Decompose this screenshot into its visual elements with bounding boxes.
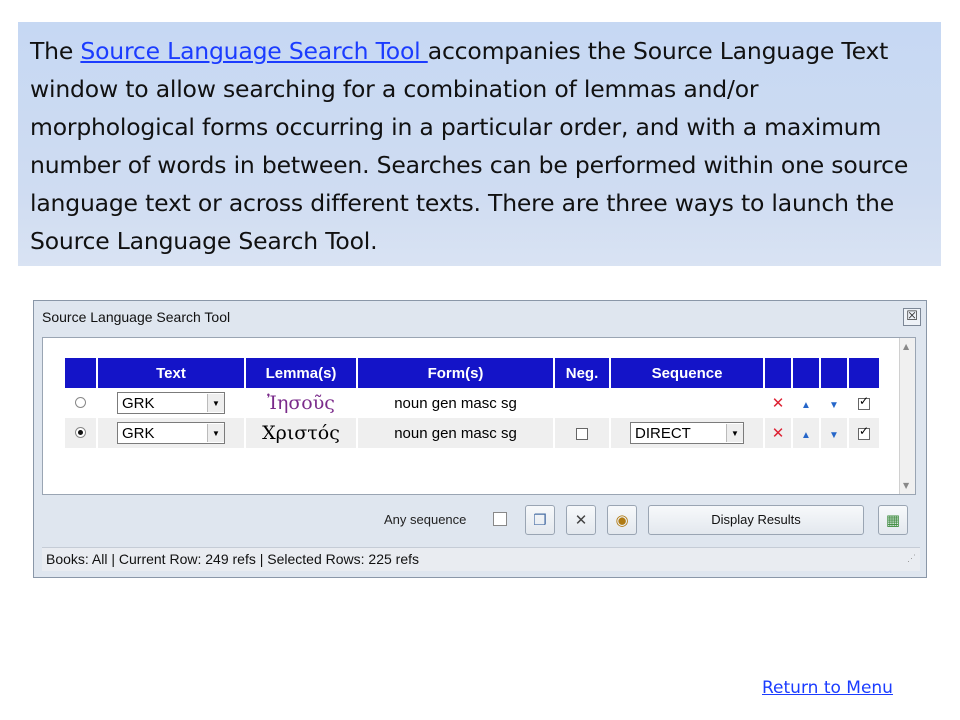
header-neg: Neg. — [555, 358, 609, 388]
return-to-menu-link[interactable]: Return to Menu — [762, 678, 893, 698]
include-row-checkbox[interactable] — [858, 394, 870, 410]
book-icon: ❒ — [533, 511, 547, 529]
header-text: Text — [98, 358, 244, 388]
negate-checkbox[interactable] — [576, 427, 588, 440]
sequence-select-value: DIRECT — [635, 424, 691, 442]
action-bar: Any sequence ❒ ✕ ◉ Display Results ▦ — [42, 499, 916, 543]
lemma-value[interactable]: Ἰησοῦς — [267, 392, 335, 414]
delete-row-icon[interactable]: ✕ — [772, 424, 785, 442]
header-move-up — [793, 358, 819, 388]
vertical-scrollbar[interactable]: ▲ ▼ — [899, 338, 915, 494]
window-title: Source Language Search Tool — [42, 309, 231, 325]
search-tool-window: Source Language Search Tool ☒ Text Lemma… — [33, 300, 927, 578]
close-icon: ✕ — [574, 511, 588, 529]
intro-paragraph: The Source Language Search Tool accompan… — [30, 32, 929, 260]
sequence-cell — [611, 388, 763, 418]
header-forms: Form(s) — [358, 358, 553, 388]
status-text: Books: All | Current Row: 249 refs | Sel… — [46, 551, 419, 567]
scroll-down-icon[interactable]: ▼ — [903, 481, 909, 490]
text-select-value: GRK — [122, 394, 155, 412]
move-down-icon[interactable]: ▼ — [829, 400, 839, 411]
include-row-checkbox[interactable] — [858, 424, 870, 440]
close-icon[interactable]: ☒ — [903, 308, 921, 326]
chevron-down-icon[interactable]: ▼ — [726, 424, 743, 442]
export-icon: ▦ — [885, 511, 901, 529]
header-select — [65, 358, 96, 388]
move-up-icon[interactable]: ▲ — [801, 430, 811, 441]
text-select[interactable]: GRK ▼ — [117, 392, 225, 414]
row-select-radio[interactable] — [75, 396, 86, 408]
header-include — [849, 358, 879, 388]
table-row[interactable]: GRK ▼ Χριστός noun gen masc sg DIRECT ▼ ✕ … — [65, 418, 879, 448]
binoculars-icon: ◉ — [615, 511, 629, 529]
scroll-up-icon[interactable]: ▲ — [903, 342, 909, 351]
neg-cell — [555, 388, 609, 418]
table-header-row: Text Lemma(s) Form(s) Neg. Sequence — [65, 358, 879, 388]
resize-grip-icon[interactable]: ⋰ — [907, 547, 916, 569]
source-language-search-tool-link[interactable]: Source Language Search Tool — [80, 37, 427, 65]
header-move-down — [821, 358, 847, 388]
header-delete — [765, 358, 791, 388]
open-book-button[interactable]: ❒ — [525, 505, 555, 535]
table-row[interactable]: GRK ▼ Ἰησοῦς noun gen masc sg ✕ ▲ ▼ — [65, 388, 879, 418]
display-results-button[interactable]: Display Results — [648, 505, 864, 535]
header-lemmas: Lemma(s) — [246, 358, 356, 388]
text-select[interactable]: GRK ▼ — [117, 422, 225, 444]
find-button[interactable]: ◉ — [607, 505, 637, 535]
form-value[interactable]: noun gen masc sg — [394, 395, 517, 412]
any-sequence-label: Any sequence — [384, 512, 467, 527]
intro-text-box: The Source Language Search Tool accompan… — [18, 22, 941, 266]
row-select-radio[interactable] — [75, 426, 86, 438]
text-select-value: GRK — [122, 424, 155, 442]
header-sequence: Sequence — [611, 358, 763, 388]
form-value[interactable]: noun gen masc sg — [394, 425, 517, 442]
search-grid-panel: Text Lemma(s) Form(s) Neg. Sequence GRK ▼… — [42, 337, 916, 495]
clear-button[interactable]: ✕ — [566, 505, 596, 535]
chevron-down-icon[interactable]: ▼ — [207, 394, 224, 412]
export-button[interactable]: ▦ — [878, 505, 908, 535]
move-up-icon[interactable]: ▲ — [801, 400, 811, 411]
move-down-icon[interactable]: ▼ — [829, 430, 839, 441]
sequence-select[interactable]: DIRECT ▼ — [630, 422, 744, 444]
chevron-down-icon[interactable]: ▼ — [207, 424, 224, 442]
search-criteria-table: Text Lemma(s) Form(s) Neg. Sequence GRK ▼… — [63, 358, 881, 448]
intro-text-rest: accompanies the Source Language Text win… — [30, 37, 909, 255]
delete-row-icon[interactable]: ✕ — [772, 394, 785, 412]
any-sequence-checkbox[interactable] — [493, 512, 507, 526]
status-bar: Books: All | Current Row: 249 refs | Sel… — [42, 547, 920, 571]
intro-text-start: The — [30, 37, 81, 65]
lemma-value[interactable]: Χριστός — [262, 422, 340, 444]
